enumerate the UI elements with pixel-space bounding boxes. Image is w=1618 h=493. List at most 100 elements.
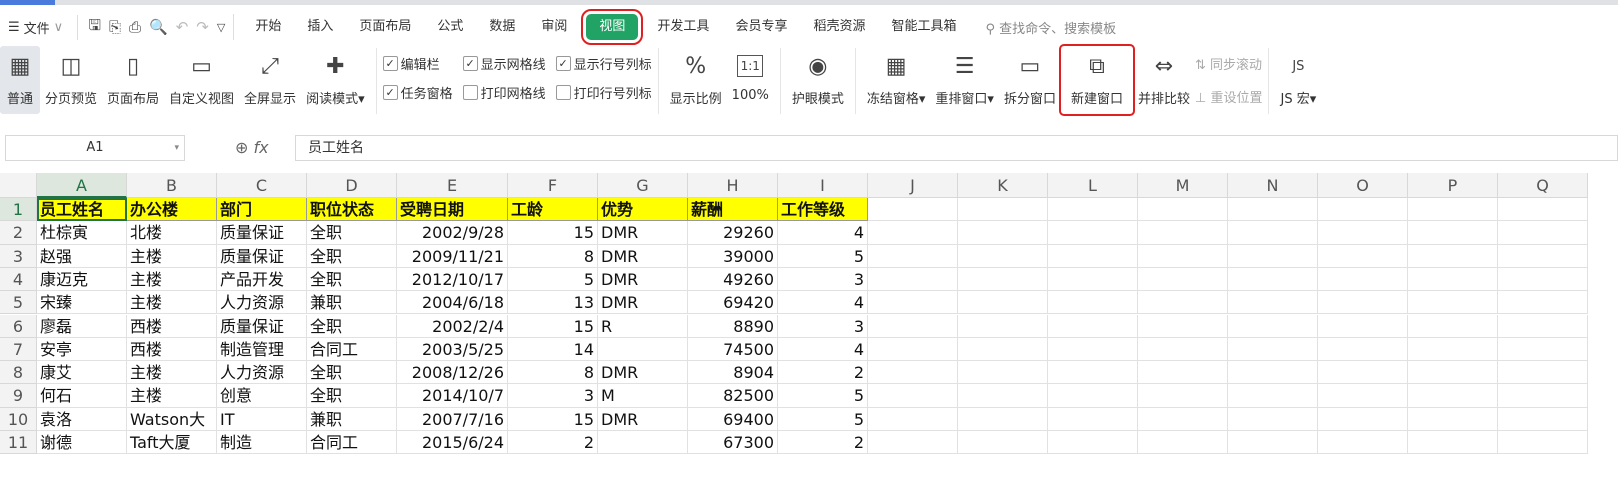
empty-cell[interactable] [1318,291,1408,315]
table-cell[interactable]: DMR [598,267,688,292]
checkbox-5[interactable]: 打印行号列标 [555,83,652,102]
empty-cell[interactable] [1048,267,1138,292]
file-menu[interactable]: ☰ 文件 ∨ [8,18,63,37]
table-cell[interactable]: 2 [508,431,598,455]
table-cell[interactable]: 2007/7/16 [397,407,508,431]
row-header[interactable]: 7 [0,337,37,362]
table-cell[interactable]: 北楼 [127,221,217,245]
table-cell[interactable]: 49260 [688,267,778,292]
table-cell[interactable]: DMR [598,244,688,268]
empty-cell[interactable] [1048,198,1138,222]
table-cell[interactable]: 质量保证 [217,314,307,338]
custom-view-button[interactable]: ▭ 自定义视图 [164,46,239,114]
table-cell[interactable]: 2003/5/25 [397,337,508,362]
empty-cell[interactable] [1138,407,1228,431]
table-cell[interactable]: 2 [778,431,868,455]
row-header[interactable]: 4 [0,267,37,292]
empty-cell[interactable] [1138,361,1228,385]
zoom-100-button[interactable]: 1:1 100% [727,46,774,114]
empty-cell[interactable] [1408,407,1498,431]
table-cell[interactable]: DMR [598,221,688,245]
table-cell[interactable]: 15 [508,221,598,245]
table-cell[interactable]: 2004/6/18 [397,291,508,315]
empty-cell[interactable] [1318,384,1408,408]
empty-cell[interactable] [1228,267,1318,292]
empty-cell[interactable] [1318,221,1408,245]
empty-cell[interactable] [1318,244,1408,268]
table-cell[interactable]: 8 [508,361,598,385]
empty-cell[interactable] [958,267,1048,292]
column-header[interactable]: E [397,173,508,198]
empty-cell[interactable] [1318,407,1408,431]
empty-cell[interactable] [868,198,958,222]
checkbox-1[interactable]: ✓ 显示网格线 [462,54,546,73]
normal-view-button[interactable]: ▦ 普通 [0,46,40,114]
table-cell[interactable]: 廖磊 [37,314,127,338]
table-cell[interactable]: 受聘日期 [397,198,508,222]
empty-cell[interactable] [1408,384,1498,408]
empty-cell[interactable] [1498,337,1588,362]
table-cell[interactable]: 康迈克 [37,267,127,292]
empty-cell[interactable] [1138,431,1228,455]
split-window-button[interactable]: ▭ 拆分窗口 [999,46,1061,114]
empty-cell[interactable] [1498,314,1588,338]
empty-cell[interactable] [1408,221,1498,245]
zoom-formula-icon[interactable]: ⊕ [235,138,248,157]
column-header[interactable]: K [958,173,1048,198]
row-header[interactable]: 1 [0,198,37,222]
tab-4[interactable]: 数据 [476,14,528,40]
table-cell[interactable]: 谢德 [37,431,127,455]
table-cell[interactable]: 3 [778,267,868,292]
empty-cell[interactable] [958,407,1048,431]
empty-cell[interactable] [868,337,958,362]
table-cell[interactable]: 主楼 [127,244,217,268]
table-cell[interactable]: 2009/11/21 [397,244,508,268]
empty-cell[interactable] [958,221,1048,245]
table-cell[interactable]: IT [217,407,307,431]
customize-dropdown-icon[interactable]: ▽ [217,21,225,34]
empty-cell[interactable] [1408,198,1498,222]
reset-position-button[interactable]: ⊥ 重设位置 [1195,87,1262,106]
empty-cell[interactable] [1408,337,1498,362]
column-header[interactable]: M [1138,173,1228,198]
table-cell[interactable]: 制造 [217,431,307,455]
table-cell[interactable]: 3 [778,314,868,338]
empty-cell[interactable] [1138,244,1228,268]
empty-cell[interactable] [1048,384,1138,408]
column-header[interactable]: G [598,173,688,198]
empty-cell[interactable] [1228,221,1318,245]
empty-cell[interactable] [1138,314,1228,338]
table-cell[interactable]: 8890 [688,314,778,338]
empty-cell[interactable] [868,314,958,338]
tab-10[interactable]: 智能工具箱 [878,14,969,40]
empty-cell[interactable] [958,431,1048,455]
fx-icon[interactable]: fx [254,138,269,157]
empty-cell[interactable] [1138,337,1228,362]
empty-cell[interactable] [868,267,958,292]
table-cell[interactable]: 兼职 [307,291,397,315]
column-header[interactable]: L [1048,173,1138,198]
empty-cell[interactable] [1228,198,1318,222]
column-header[interactable]: N [1228,173,1318,198]
tab-0[interactable]: 开始 [242,14,294,40]
empty-cell[interactable] [868,407,958,431]
empty-cell[interactable] [1228,337,1318,362]
fullscreen-button[interactable]: ⤢ 全屏显示 [239,46,301,114]
table-cell[interactable]: 合同工 [307,337,397,362]
table-cell[interactable]: 赵强 [37,244,127,268]
print-icon[interactable]: ⎙ [129,18,141,36]
empty-cell[interactable] [1048,407,1138,431]
table-cell[interactable]: 2002/2/4 [397,314,508,338]
table-cell[interactable]: 69420 [688,291,778,315]
table-cell[interactable]: 人力资源 [217,361,307,385]
zoom-ratio-button[interactable]: % 显示比例 [665,46,727,114]
empty-cell[interactable] [1138,198,1228,222]
table-cell[interactable]: 工龄 [508,198,598,222]
table-cell[interactable]: 工作等级 [778,198,868,222]
table-cell[interactable]: 15 [508,407,598,431]
table-cell[interactable]: 职位状态 [307,198,397,222]
new-window-button[interactable]: ⧉ 新建窗口 [1058,44,1135,116]
empty-cell[interactable] [1408,314,1498,338]
sync-scroll-button[interactable]: ⇅ 同步滚动 [1195,54,1262,73]
table-cell[interactable]: 2002/9/28 [397,221,508,245]
